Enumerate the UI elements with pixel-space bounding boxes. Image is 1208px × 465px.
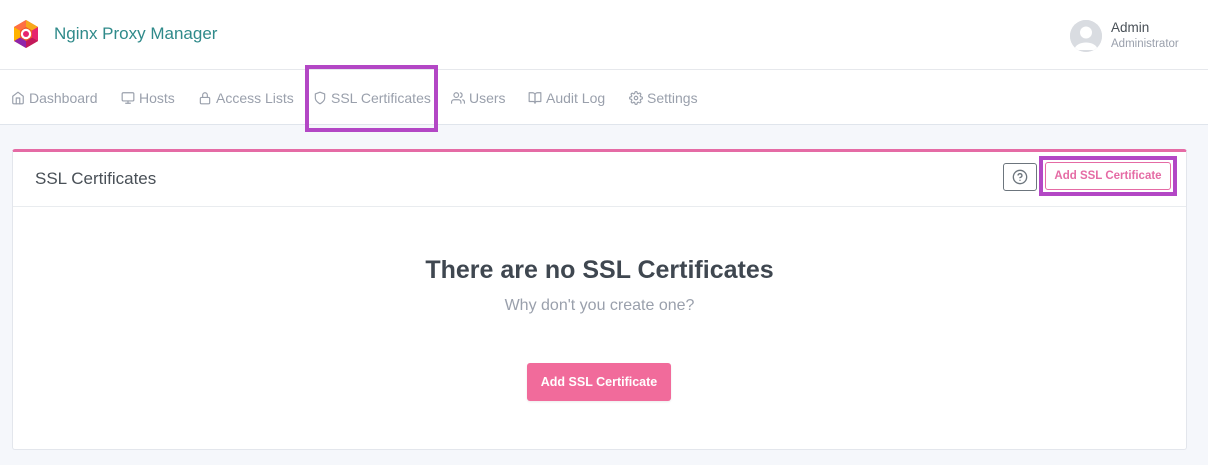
gear-icon xyxy=(629,90,643,105)
nav-item-label: Dashboard xyxy=(29,89,98,106)
add-ssl-certificate-button[interactable]: Add SSL Certificate xyxy=(1045,162,1171,190)
card-header: SSL Certificates Add SSL Certificate xyxy=(13,152,1186,207)
nav-item-hosts[interactable]: Hosts xyxy=(121,70,175,125)
nav-item-audit-log[interactable]: Audit Log xyxy=(528,70,605,125)
nav-item-label: Users xyxy=(469,89,506,106)
ssl-certificates-card: SSL Certificates Add SSL Certificate The… xyxy=(12,149,1187,450)
user-role: Administrator xyxy=(1111,38,1179,50)
shield-icon xyxy=(314,91,326,104)
nav-item-dashboard[interactable]: Dashboard xyxy=(11,70,98,125)
card-title: SSL Certificates xyxy=(35,169,157,188)
nav-item-access-lists[interactable]: Access Lists xyxy=(198,70,294,125)
nav-item-label: Hosts xyxy=(139,89,175,106)
users-icon xyxy=(451,91,465,104)
empty-state-subtitle: Why don't you create one? xyxy=(504,297,695,314)
top-header: Nginx Proxy Manager Admin Administrator xyxy=(0,0,1208,70)
main-nav: Dashboard Hosts Access Lists SSL Certifi… xyxy=(0,70,1208,125)
brand-name: Nginx Proxy Manager xyxy=(54,24,218,43)
lock-icon xyxy=(199,91,211,104)
nav-item-users[interactable]: Users xyxy=(451,70,506,125)
nav-item-ssl-certificates[interactable]: SSL Certificates xyxy=(313,70,431,125)
book-open-icon xyxy=(528,91,542,104)
nav-item-label: SSL Certificates xyxy=(331,89,431,106)
home-icon xyxy=(12,91,24,104)
user-menu[interactable]: Admin Administrator xyxy=(1070,17,1179,55)
nav-item-label: Audit Log xyxy=(546,89,606,106)
add-ssl-certificate-primary-button[interactable]: Add SSL Certificate xyxy=(527,363,671,401)
nav-item-settings[interactable]: Settings xyxy=(629,70,698,125)
avatar-icon xyxy=(1070,20,1102,52)
user-name: Admin xyxy=(1111,20,1150,35)
nginx-proxy-manager-logo-icon xyxy=(14,20,38,48)
nav-item-label: Settings xyxy=(647,89,698,106)
monitor-icon xyxy=(121,91,135,104)
brand-link[interactable]: Nginx Proxy Manager xyxy=(12,19,217,49)
empty-state-title: There are no SSL Certificates xyxy=(425,256,774,284)
help-button[interactable] xyxy=(1003,163,1037,191)
user-info: Admin Administrator xyxy=(1111,20,1179,52)
nav-item-label: Access Lists xyxy=(216,89,294,106)
help-circle-icon xyxy=(1012,169,1028,185)
